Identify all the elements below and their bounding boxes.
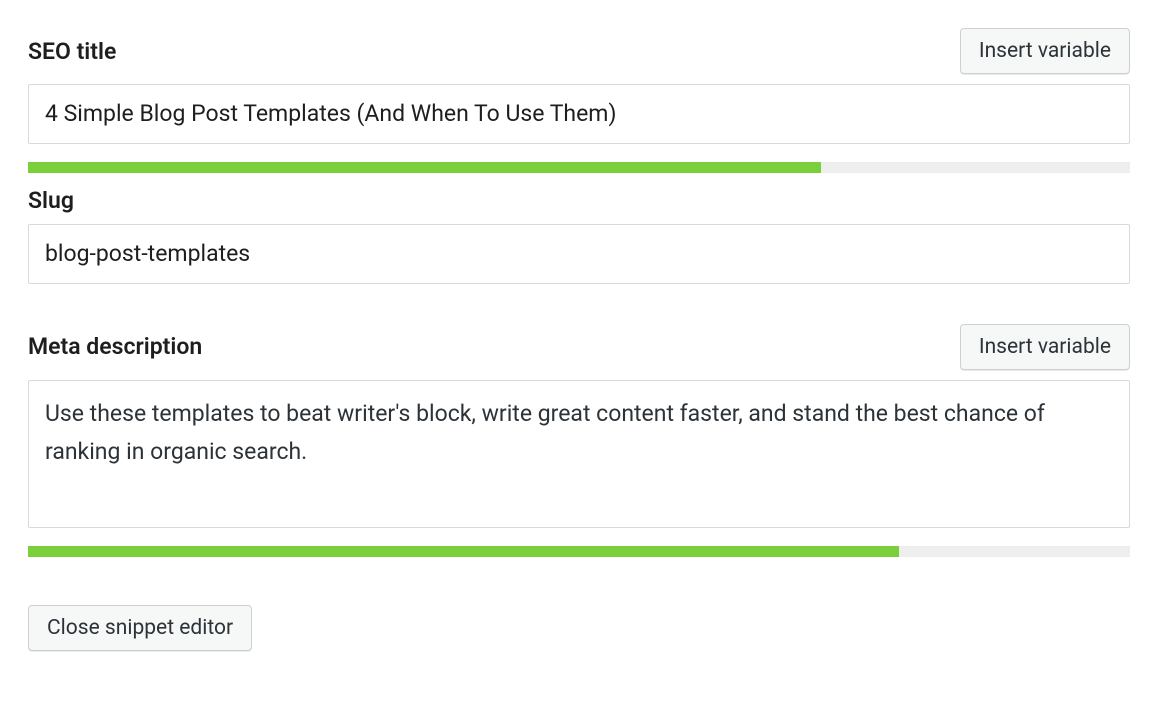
seo-title-label: SEO title	[28, 38, 116, 65]
meta-description-label: Meta description	[28, 333, 202, 360]
meta-description-input[interactable]	[28, 380, 1130, 528]
seo-title-progress-bar	[28, 162, 1130, 173]
meta-description-header-row: Meta description Insert variable	[28, 324, 1130, 370]
meta-description-section: Meta description Insert variable	[28, 324, 1130, 557]
slug-input[interactable]	[28, 224, 1130, 284]
seo-title-section: SEO title Insert variable	[28, 28, 1130, 173]
slug-section: Slug	[28, 187, 1130, 284]
seo-title-progress-fill	[28, 162, 821, 173]
seo-title-header-row: SEO title Insert variable	[28, 28, 1130, 74]
close-snippet-editor-button[interactable]: Close snippet editor	[28, 605, 252, 651]
insert-variable-button-meta-description[interactable]: Insert variable	[960, 324, 1130, 370]
meta-description-progress-fill	[28, 546, 899, 557]
slug-label: Slug	[28, 187, 1130, 214]
close-button-row: Close snippet editor	[28, 605, 1130, 651]
insert-variable-button-seo-title[interactable]: Insert variable	[960, 28, 1130, 74]
meta-description-progress-bar	[28, 546, 1130, 557]
seo-title-input[interactable]	[28, 84, 1130, 144]
